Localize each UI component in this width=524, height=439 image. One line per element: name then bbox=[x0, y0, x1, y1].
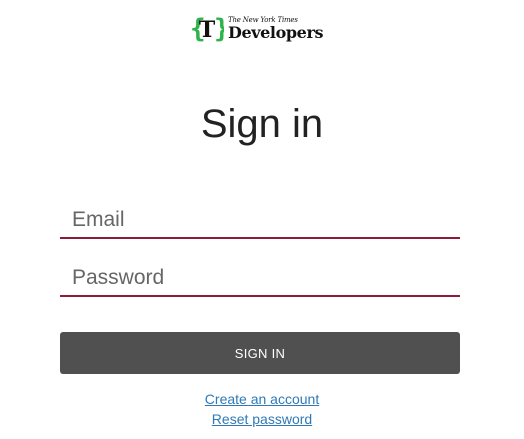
create-account-link-row: Create an account bbox=[0, 390, 524, 408]
reset-password-link-row: Reset password bbox=[0, 410, 524, 428]
password-field[interactable] bbox=[60, 261, 460, 295]
create-account-link[interactable]: Create an account bbox=[205, 391, 319, 407]
svg-text:T: T bbox=[199, 17, 216, 43]
page-title: Sign in bbox=[200, 102, 324, 146]
sign-in-button[interactable]: SIGN IN bbox=[60, 332, 460, 374]
nyt-developers-logo: { } T The New York Times Developers bbox=[190, 13, 330, 43]
nyt-t-in-braces-logo-icon: { } T bbox=[190, 14, 224, 43]
reset-password-link[interactable]: Reset password bbox=[212, 411, 312, 427]
svg-text:}: } bbox=[214, 14, 224, 43]
logo-wordmark: Developers bbox=[228, 23, 324, 42]
password-field-container bbox=[60, 261, 460, 297]
email-field-container bbox=[60, 203, 460, 239]
email-field[interactable] bbox=[60, 203, 460, 237]
